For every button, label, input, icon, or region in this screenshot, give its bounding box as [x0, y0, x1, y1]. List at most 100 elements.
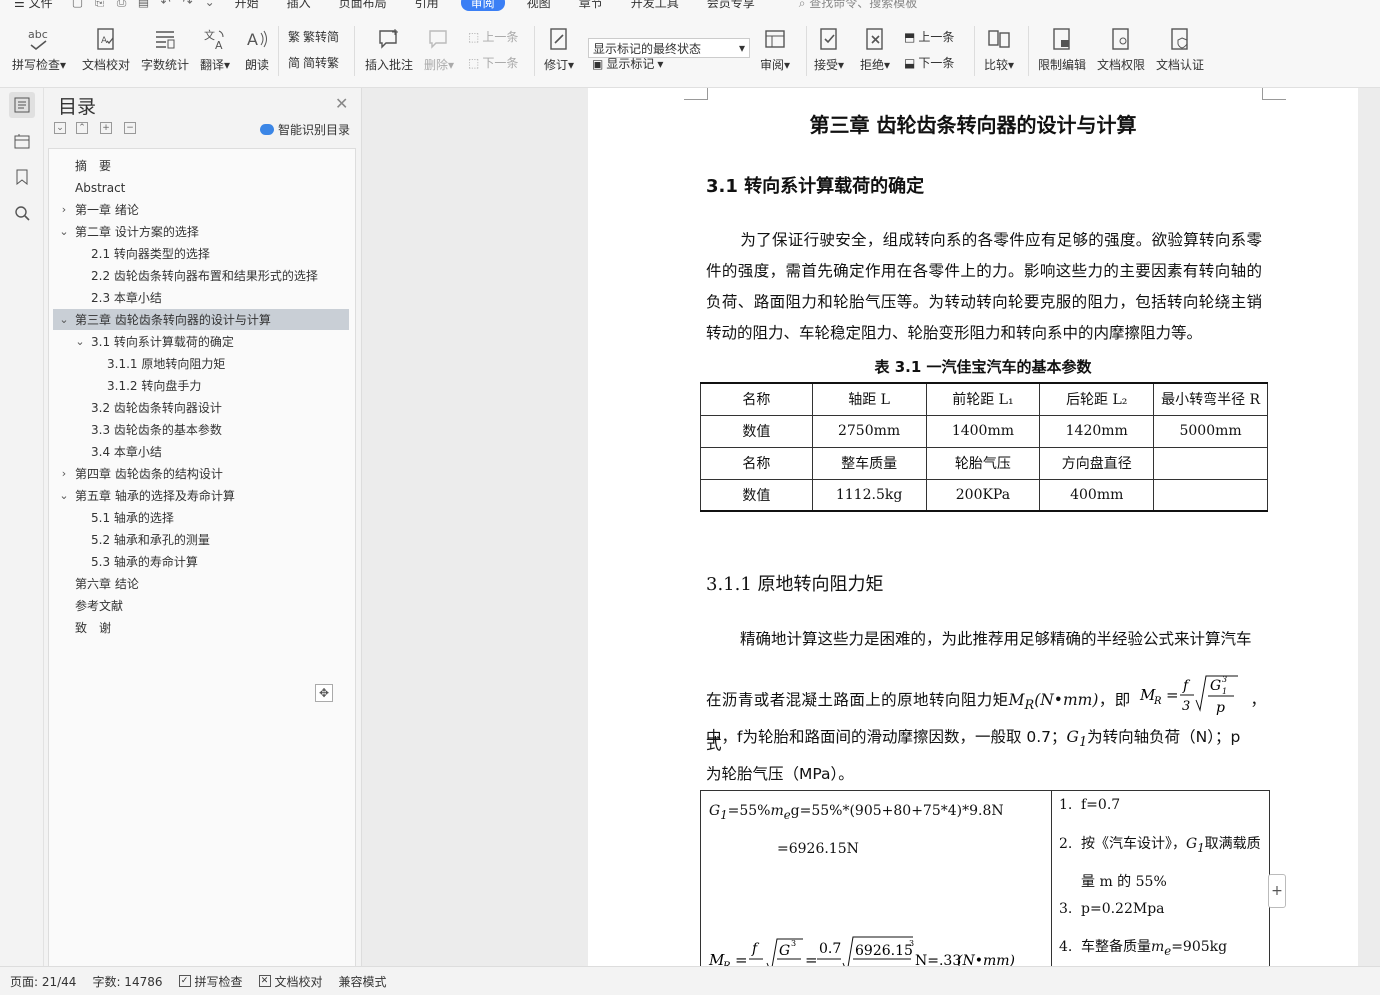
toc-item[interactable]: 致 谢 — [53, 617, 349, 638]
tab-references[interactable]: 引用 — [401, 0, 453, 11]
to-traditional-label: 繁转简 — [303, 30, 340, 44]
chevron-down-icon[interactable]: ⌄ — [57, 225, 71, 238]
toc-item[interactable]: 参考文献 — [53, 595, 349, 616]
prev-comment-button[interactable]: ⬚ 上一条 — [468, 28, 518, 45]
restrict-edit-button[interactable]: 限制编辑 — [1038, 26, 1086, 73]
to-simplified-button[interactable]: 简简转繁 — [288, 54, 339, 71]
review-pane-button[interactable]: 审阅▾ — [760, 26, 790, 73]
toc-item[interactable]: 5.3 轴承的寿命计算 — [53, 551, 349, 572]
add-heading-icon[interactable]: + — [100, 122, 112, 134]
toc-item[interactable]: › 第四章 齿轮齿条的结构设计 — [53, 463, 349, 484]
command-search[interactable]: ⌕ 查找命令、搜索模板 — [799, 0, 918, 11]
chevron-right-icon[interactable]: › — [57, 203, 71, 216]
export-icon[interactable]: ⎘ — [89, 0, 111, 10]
tab-home[interactable]: 开始 — [221, 0, 273, 11]
toc-item[interactable]: 摘 要 — [53, 155, 349, 176]
to-traditional-button[interactable]: 繁繁转简 — [288, 28, 339, 45]
toc-item[interactable]: ⌄ 3.1 转向系计算载荷的确定 — [53, 331, 349, 352]
smart-toc-button[interactable]: 智能识别目录 — [260, 121, 350, 138]
toc-item[interactable]: ⌄ 第五章 轴承的选择及寿命计算 — [53, 485, 349, 506]
navigation-icon[interactable] — [9, 128, 35, 154]
page-indicator[interactable]: 页面: 21/44 — [10, 973, 76, 990]
search-icon[interactable] — [9, 200, 35, 226]
preview-icon[interactable]: ▤ — [133, 0, 155, 9]
spell-check-label: 拼写检查 — [12, 58, 61, 72]
tab-developer[interactable]: 开发工具 — [617, 0, 693, 11]
redo-icon[interactable]: ↷ — [177, 0, 199, 9]
toc-item[interactable]: 3.4 本章小结 — [53, 441, 349, 462]
toc-item[interactable]: 3.1.1 原地转向阻力矩 — [53, 353, 349, 374]
toc-item[interactable]: 3.2 齿轮齿条转向器设计 — [53, 397, 349, 418]
bookmark-icon[interactable] — [9, 164, 35, 190]
status-doc-proof[interactable]: ✕ 文档校对 — [258, 973, 323, 990]
collapse-all-icon[interactable]: ⌄ — [54, 122, 66, 134]
table-cell: 1400mm — [925, 414, 1041, 448]
status-spell-check[interactable]: ✓ 拼写检查 — [178, 973, 243, 990]
toc-panel: 目录 ✕ ⌄ ⌃ + − 智能识别目录 摘 要 Abstract › 第一章 绪论 ⌄ 第… — [44, 88, 362, 966]
toc-item[interactable]: 3.1.2 转向盘手力 — [53, 375, 349, 396]
next-comment-button[interactable]: ⬚ 下一条 — [468, 54, 518, 71]
show-markup-button[interactable]: ▣ 显示标记 ▾ — [592, 55, 663, 72]
toc-item[interactable]: 5.1 轴承的选择 — [53, 507, 349, 528]
undo-icon[interactable]: ↶ — [155, 0, 177, 9]
prev-change-button[interactable]: ⬒ 上一条 — [904, 28, 954, 45]
chevron-down-icon[interactable]: ⌄ — [57, 489, 71, 502]
doc-cert-button[interactable]: 文档认证 — [1156, 26, 1204, 73]
translate-button[interactable]: 文A 翻译▾ — [200, 26, 230, 73]
toc-item-label: 第四章 齿轮齿条的结构设计 — [75, 467, 223, 481]
tab-review[interactable]: 审阅 — [460, 0, 505, 11]
read-aloud-button[interactable]: A 朗读 — [244, 26, 270, 73]
chevron-down-icon[interactable]: ⌄ — [73, 335, 87, 348]
word-count-indicator[interactable]: 字数: 14786 — [92, 973, 162, 990]
next-change-button[interactable]: ⬓ 下一条 — [904, 54, 954, 71]
svg-text:R: R — [1153, 696, 1162, 707]
toc-item[interactable]: 2.2 齿轮齿条转向器布置和结果形式的选择 — [53, 265, 349, 286]
table-move-icon[interactable]: ✥ — [315, 684, 333, 702]
calc-line-2: =6926.15N — [777, 841, 859, 857]
svg-text:A: A — [215, 39, 223, 51]
word-count-button[interactable]: 字数统计 — [141, 26, 189, 73]
tab-view[interactable]: 视图 — [513, 0, 565, 11]
close-icon[interactable]: ✕ — [335, 94, 348, 113]
save-icon[interactable]: ▢ — [67, 0, 89, 9]
toc-item[interactable]: › 第一章 绪论 — [53, 199, 349, 220]
compare-button[interactable]: 比较▾ — [984, 26, 1014, 73]
track-changes-button[interactable]: 修订▾ — [544, 26, 574, 73]
outline-icon[interactable] — [9, 92, 35, 118]
toc-item[interactable]: Abstract — [53, 177, 349, 198]
reject-button[interactable]: 拒绝▾ — [860, 26, 890, 73]
doc-permission-button[interactable]: 文档权限 — [1097, 26, 1145, 73]
doc-proof-button[interactable]: A 文档校对 — [82, 26, 130, 73]
calc-note-text: f=0.7 — [1081, 797, 1121, 813]
toc-item-label: 参考文献 — [75, 599, 124, 613]
table-cell: 名称 — [700, 382, 813, 416]
remove-heading-icon[interactable]: − — [124, 122, 136, 134]
insert-comment-button[interactable]: 插入批注 — [365, 26, 413, 73]
tab-sections[interactable]: 章节 — [565, 0, 617, 11]
table-cell: 400mm — [1039, 478, 1155, 512]
print-icon[interactable]: ⎙ — [111, 0, 133, 10]
toc-item[interactable]: ⌄ 第三章 齿轮齿条转向器的设计与计算 — [53, 309, 349, 330]
prev-comment-icon: ⬚ — [468, 29, 480, 44]
file-menu[interactable]: ☰ 文件 — [0, 0, 67, 11]
accept-label: 接受 — [814, 58, 839, 72]
expand-panel-icon[interactable]: + — [1268, 874, 1286, 908]
tab-member[interactable]: 会员专享 — [693, 0, 769, 11]
toc-item[interactable]: 3.3 齿轮齿条的基本参数 — [53, 419, 349, 440]
expand-up-icon[interactable]: ⌃ — [76, 122, 88, 134]
delete-comment-button[interactable]: 删除▾ — [424, 26, 454, 73]
spell-check-button[interactable]: abc 拼写检查▾ — [12, 26, 66, 73]
toc-item[interactable]: 第六章 结论 — [53, 573, 349, 594]
accept-button[interactable]: 接受▾ — [814, 26, 844, 73]
tab-page-layout[interactable]: 页面布局 — [325, 0, 401, 11]
tab-insert[interactable]: 插入 — [273, 0, 325, 11]
quick-access-dropdown-icon[interactable]: ⌄ — [199, 0, 221, 9]
document-page[interactable]: 第三章 齿轮齿条转向器的设计与计算 3.1 转向系计算载荷的确定 为了保证行驶安… — [588, 88, 1358, 966]
toc-item[interactable]: 2.3 本章小结 — [53, 287, 349, 308]
toc-item[interactable]: ⌄ 第二章 设计方案的选择 — [53, 221, 349, 242]
toc-item[interactable]: 2.1 转向器类型的选择 — [53, 243, 349, 264]
toc-item[interactable]: 5.2 轴承和承孔的测量 — [53, 529, 349, 550]
g1-subscript: 1 — [1078, 735, 1088, 751]
chevron-down-icon[interactable]: ⌄ — [57, 313, 71, 326]
chevron-right-icon[interactable]: › — [57, 467, 71, 480]
